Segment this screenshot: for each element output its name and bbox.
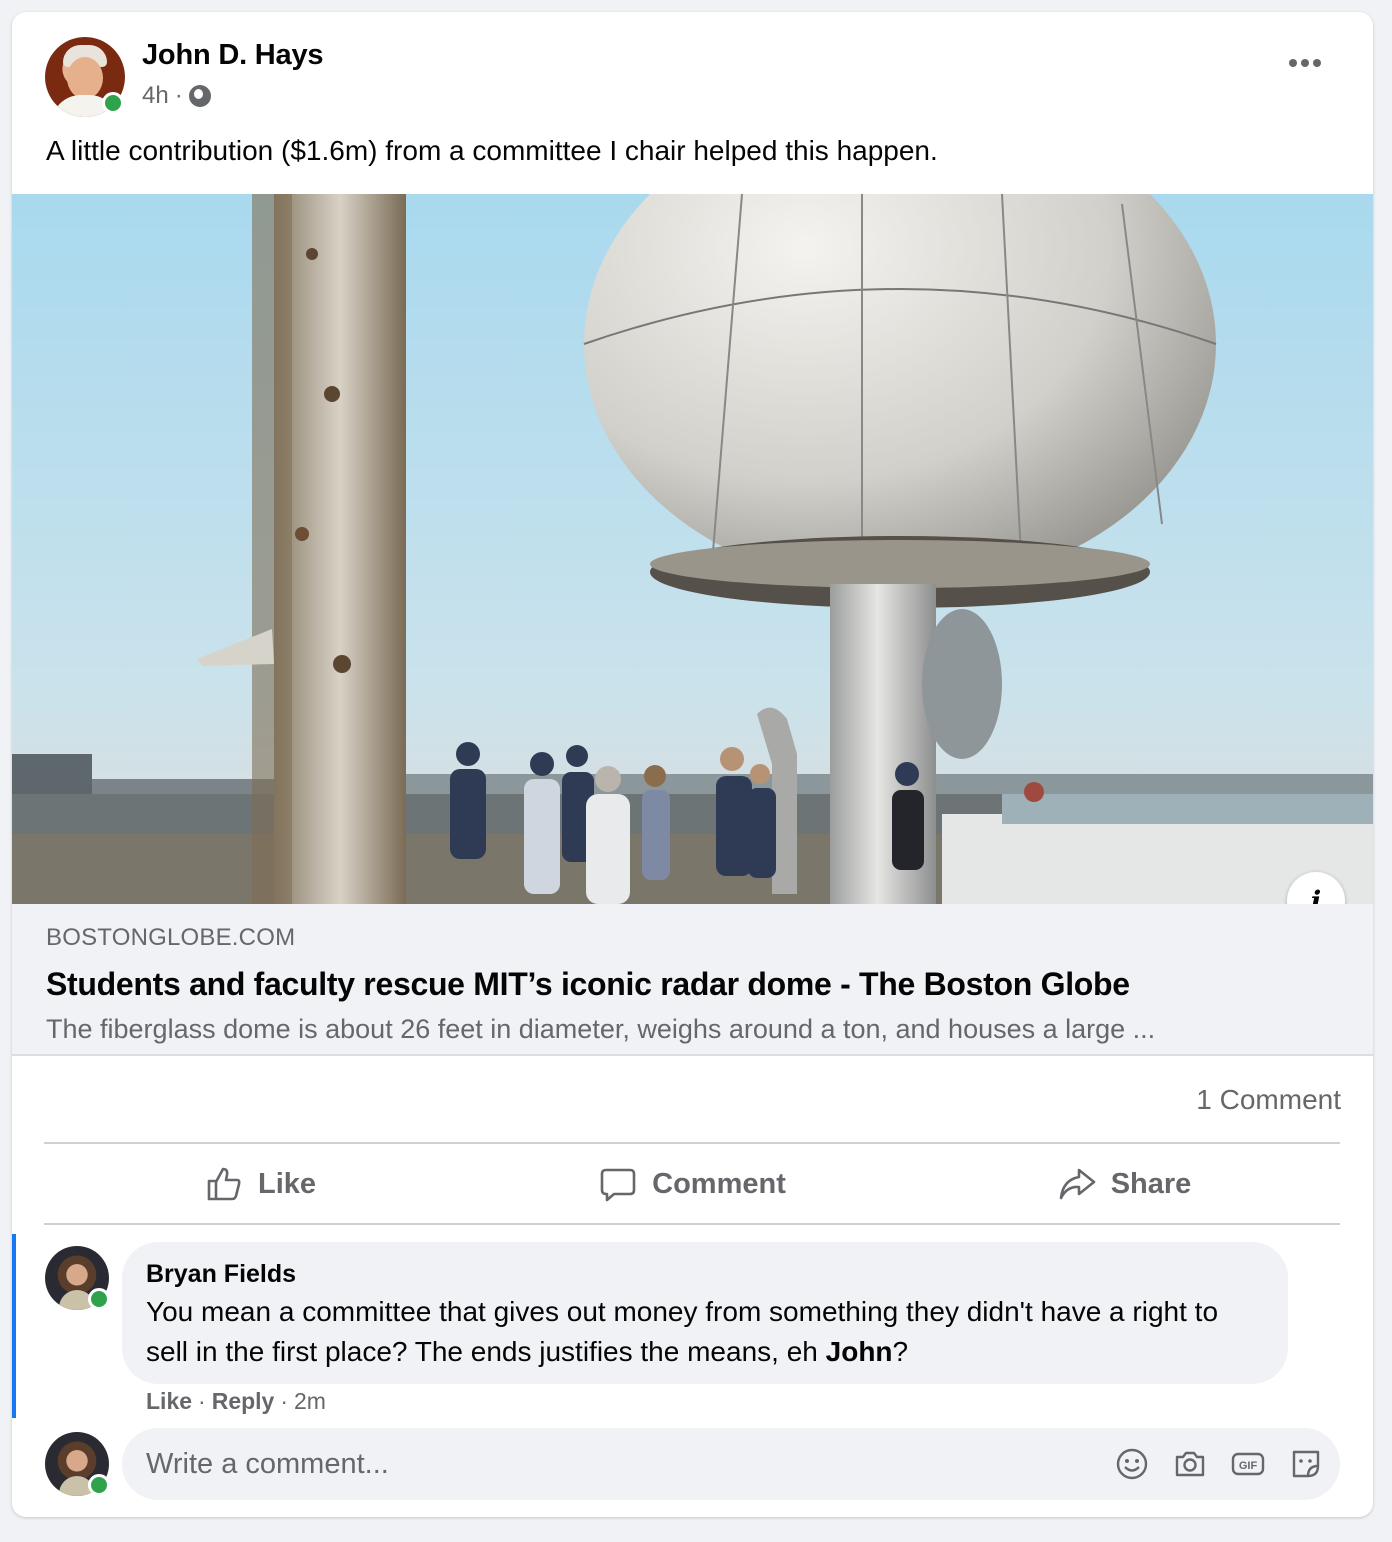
link-preview-image[interactable] <box>12 194 1373 904</box>
commenter-name[interactable]: Bryan Fields <box>146 1260 296 1289</box>
link-description: The fiberglass dome is about 26 feet in … <box>46 1014 1156 1044</box>
like-label: Like <box>257 1167 317 1200</box>
comment-reply-link[interactable]: Reply <box>212 1388 275 1415</box>
action-bar: Like Comment Share <box>44 1144 1340 1224</box>
comment-count[interactable]: 1 Comment <box>1196 1084 1341 1116</box>
share-label: Share <box>1110 1167 1192 1200</box>
radar-dome-photo <box>12 194 1373 904</box>
post-header: John D. Hays 4h · A little contribution … <box>12 12 1373 192</box>
comment-button[interactable]: Comment <box>476 1144 908 1224</box>
dot-icon <box>1289 59 1297 67</box>
divider <box>44 1223 1340 1225</box>
camera-icon[interactable] <box>1172 1446 1208 1482</box>
online-status-dot <box>88 1288 110 1310</box>
separator-dot: · <box>280 1388 289 1414</box>
share-arrow-icon <box>1059 1168 1095 1200</box>
like-button[interactable]: Like <box>44 1144 476 1224</box>
comment-bubble: Bryan Fields You mean a committee that g… <box>122 1242 1288 1384</box>
sticker-icon[interactable] <box>1288 1446 1324 1482</box>
comment-text: You mean a committee that gives out mone… <box>146 1292 1266 1372</box>
speech-bubble-icon <box>600 1168 636 1202</box>
author-name[interactable]: John D. Hays <box>142 39 324 72</box>
comment-text-end: ? <box>892 1336 909 1367</box>
online-status-dot <box>88 1474 110 1496</box>
meta-separator: · <box>174 82 183 109</box>
online-status-dot <box>102 92 124 114</box>
svg-text:GIF: GIF <box>1239 1460 1258 1472</box>
link-preview[interactable]: BOSTONGLOBE.COM Students and faculty res… <box>12 904 1373 1056</box>
comment-time[interactable]: 2m <box>294 1388 326 1415</box>
separator-dot: · <box>198 1388 206 1414</box>
composer-icons: GIF <box>1114 1446 1324 1482</box>
gif-icon[interactable]: GIF <box>1230 1446 1266 1482</box>
comment-actions: Like · Reply · 2m <box>146 1388 326 1415</box>
share-button[interactable]: Share <box>908 1144 1340 1224</box>
comment-thread-indicator <box>12 1234 16 1418</box>
post-meta: 4h · <box>142 82 211 110</box>
more-options-button[interactable] <box>1289 59 1321 67</box>
globe-icon[interactable] <box>188 85 211 107</box>
comment-like-link[interactable]: Like <box>146 1388 192 1415</box>
comment-label: Comment <box>652 1167 786 1200</box>
comment-input[interactable] <box>146 1428 1086 1500</box>
thumbs-up-icon <box>207 1167 241 1201</box>
comment-text-body: You mean a committee that gives out mone… <box>146 1296 1219 1367</box>
link-domain: BOSTONGLOBE.COM <box>46 924 296 951</box>
link-title[interactable]: Students and faculty rescue MIT’s iconic… <box>46 966 1130 1003</box>
emoji-icon[interactable] <box>1114 1446 1150 1482</box>
dot-icon <box>1301 59 1309 67</box>
post-text: A little contribution ($1.6m) from a com… <box>46 135 938 166</box>
dot-icon <box>1313 59 1321 67</box>
post-card: John D. Hays 4h · A little contribution … <box>12 12 1373 1517</box>
comment-composer: GIF <box>122 1428 1340 1500</box>
author-avatar[interactable] <box>45 37 125 117</box>
post-time[interactable]: 4h <box>142 82 169 110</box>
mention-link[interactable]: John <box>826 1336 893 1367</box>
